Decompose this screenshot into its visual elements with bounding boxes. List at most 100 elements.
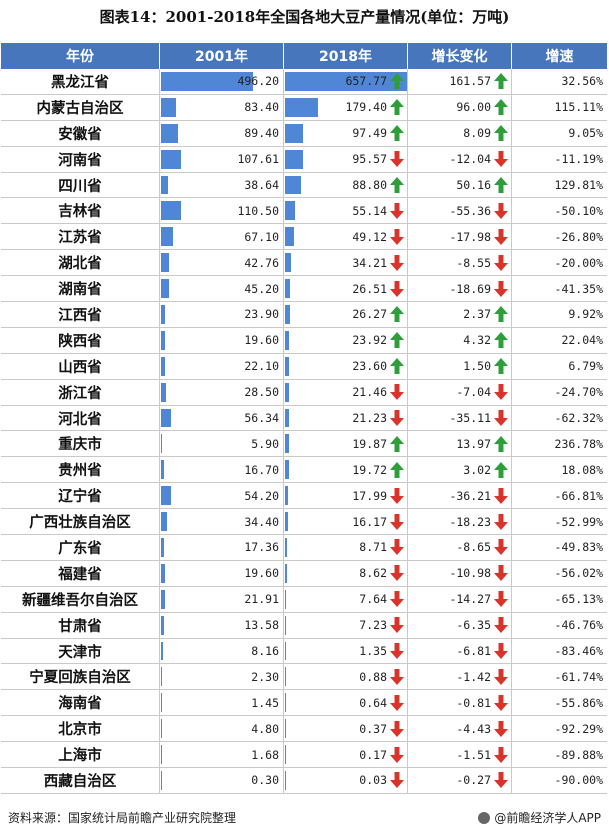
change-cell: -36.21 [408, 483, 512, 509]
value-2001-value: 17.36 [244, 540, 279, 555]
value-2001-value: 107.61 [237, 152, 279, 167]
growth-rate-cell: -52.99% [512, 509, 607, 534]
arrow-up-icon [494, 73, 508, 90]
value-2001-bar [161, 486, 172, 506]
change-value: -35.11 [449, 411, 491, 426]
arrow-down-icon [494, 202, 508, 219]
value-2001-value: 19.60 [244, 333, 279, 348]
arrow-down-icon [494, 643, 508, 660]
data-table: 年份 2001年 2018年 增长变化 增速 黑龙江省 496.20 657.77 1… [1, 43, 607, 794]
value-2018-bar [285, 97, 319, 117]
change-cell: 13.97 [408, 431, 512, 457]
value-2018-bar [285, 227, 295, 247]
value-2018-value: 26.27 [352, 307, 387, 322]
value-2001-value: 496.20 [237, 74, 279, 89]
arrow-down-icon [390, 565, 404, 582]
value-2001-cell: 83.40 [160, 94, 284, 120]
growth-rate-value: -65.13% [554, 592, 603, 607]
province-name: 西藏自治区 [1, 768, 160, 793]
change-value: -17.98 [449, 229, 491, 244]
arrow-down-icon [390, 254, 404, 271]
change-cell: 4.32 [408, 327, 512, 353]
arrow-down-icon [390, 772, 404, 789]
value-2018-cell: 21.23 [284, 405, 408, 431]
value-2018-cell: 21.46 [284, 379, 408, 405]
value-2018-cell: 23.60 [284, 353, 408, 379]
arrow-down-icon [390, 202, 404, 219]
change-value: -12.04 [449, 152, 491, 167]
growth-rate-value: -41.35% [554, 281, 603, 296]
growth-rate-value: -66.81% [554, 488, 603, 503]
growth-rate-cell: -56.02% [512, 561, 607, 586]
value-2001-cell: 5.90 [160, 431, 284, 457]
change-cell: 50.16 [408, 172, 512, 198]
value-2018-bar [285, 641, 286, 661]
province-name: 江西省 [1, 302, 160, 327]
arrow-down-icon [494, 228, 508, 245]
change-value: -10.98 [449, 566, 491, 581]
value-2001-cell: 22.10 [160, 353, 284, 379]
value-2001-bar [161, 356, 166, 376]
value-2001-bar [161, 408, 172, 428]
value-2018-value: 0.17 [359, 747, 387, 762]
value-2001-bar [161, 719, 162, 739]
value-2018-bar [285, 771, 286, 790]
value-2001-value: 13.58 [244, 618, 279, 633]
arrow-down-icon [390, 410, 404, 427]
value-2018-cell: 34.21 [284, 250, 408, 276]
change-cell: -12.04 [408, 146, 512, 172]
province-name: 山西省 [1, 353, 160, 379]
value-2001-cell: 34.40 [160, 509, 284, 535]
change-cell: -6.81 [408, 638, 512, 664]
value-2001-cell: 16.70 [160, 457, 284, 483]
value-2018-value: 7.64 [359, 592, 387, 607]
value-2018-value: 95.57 [352, 152, 387, 167]
change-cell: -18.69 [408, 276, 512, 302]
source-note: 资料来源：国家统计局前瞻产业研究院整理 [8, 811, 237, 825]
value-2018-value: 19.87 [352, 436, 387, 451]
value-2018-value: 23.60 [352, 359, 387, 374]
value-2018-cell: 17.99 [284, 483, 408, 509]
value-2018-bar [285, 486, 289, 506]
change-value: 13.97 [456, 436, 491, 451]
value-2018-value: 657.77 [345, 74, 387, 89]
value-2018-bar [285, 512, 288, 532]
table-row: 河南省 107.61 95.57 -12.04 -11.19% [1, 146, 607, 173]
value-2018-bar [285, 538, 287, 557]
growth-rate-value: 129.81% [554, 178, 603, 192]
growth-rate-cell: 236.78% [512, 431, 607, 456]
change-value: -8.65 [456, 540, 491, 555]
province-name: 内蒙古自治区 [1, 94, 160, 120]
value-2018-bar [285, 279, 290, 299]
value-2001-bar [161, 693, 162, 713]
table-row: 新疆维吾尔自治区 21.91 7.64 -14.27 -65.13% [1, 586, 607, 613]
arrow-up-icon [390, 435, 404, 452]
table-row: 贵州省 16.70 19.72 3.02 18.08% [1, 457, 607, 484]
table-row: 四川省 38.64 88.80 50.16 129.81% [1, 172, 607, 199]
value-2001-cell: 1.68 [160, 742, 284, 768]
value-2001-cell: 4.80 [160, 716, 284, 742]
change-value: 2.37 [463, 307, 491, 322]
arrow-up-icon [390, 461, 404, 478]
change-cell: -8.55 [408, 250, 512, 276]
value-2001-cell: 2.30 [160, 664, 284, 690]
province-name: 福建省 [1, 560, 160, 586]
table-body: 黑龙江省 496.20 657.77 161.57 32.56% 内蒙古自治区 83.40 1… [1, 69, 607, 794]
header-change: 增长变化 [408, 43, 512, 69]
value-2001-cell: 107.61 [160, 146, 284, 172]
table-row: 吉林省 110.50 55.14 -55.36 -50.10% [1, 198, 607, 225]
arrow-down-icon [390, 487, 404, 504]
value-2001-bar [161, 512, 168, 532]
value-2001-cell: 45.20 [160, 276, 284, 302]
change-cell: -4.43 [408, 716, 512, 742]
value-2018-cell: 0.37 [284, 716, 408, 742]
change-cell: 3.02 [408, 457, 512, 483]
value-2018-cell: 97.49 [284, 120, 408, 146]
growth-rate-value: -89.88% [554, 747, 603, 762]
value-2001-value: 1.68 [251, 747, 279, 762]
value-2001-cell: 19.60 [160, 560, 284, 586]
value-2018-cell: 8.62 [284, 560, 408, 586]
value-2018-value: 16.17 [352, 514, 387, 529]
arrow-up-icon [390, 99, 404, 116]
arrow-down-icon [390, 280, 404, 297]
